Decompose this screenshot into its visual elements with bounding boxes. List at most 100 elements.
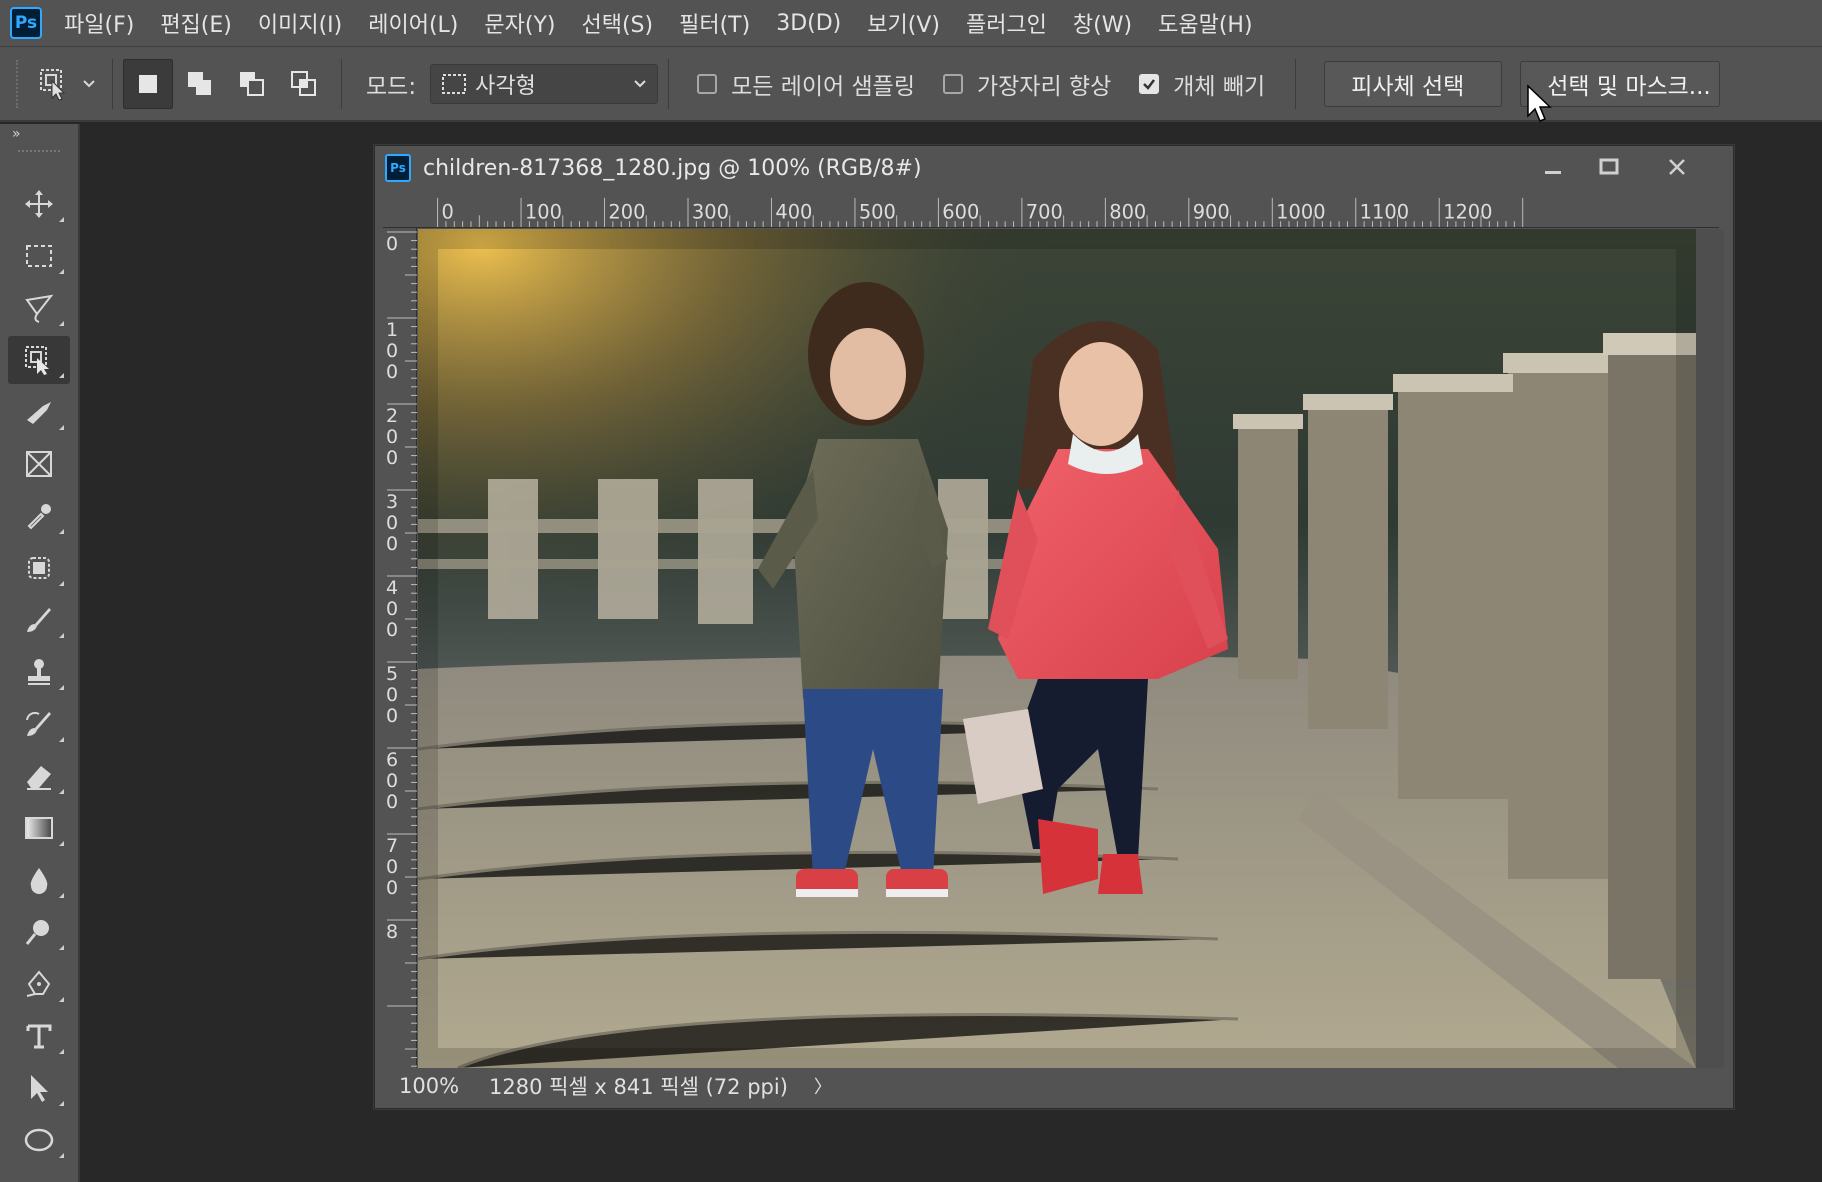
zoom-level[interactable]: 100%	[399, 1074, 489, 1098]
tool-type[interactable]	[8, 1012, 70, 1060]
add-to-selection-button[interactable]	[175, 59, 225, 109]
tool-crop-pen[interactable]	[8, 388, 70, 436]
options-bar-grip[interactable]	[16, 59, 22, 108]
minimize-button[interactable]	[1525, 150, 1581, 184]
horizontal-ruler[interactable]: 0 100 200 300 400 500 600 700 800 900 10…	[383, 194, 1719, 228]
menu-window[interactable]: 창(W)	[1073, 7, 1132, 39]
menu-view[interactable]: 보기(V)	[867, 7, 940, 39]
menu-help[interactable]: 도움말(H)	[1158, 7, 1252, 39]
tool-move[interactable]	[8, 180, 70, 228]
image-canvas[interactable]	[418, 229, 1696, 1068]
tool-lasso[interactable]	[8, 284, 70, 332]
ruler-h-label: 900	[1193, 200, 1230, 223]
frame-icon	[26, 451, 52, 477]
divider	[341, 58, 342, 109]
menu-image[interactable]: 이미지(I)	[258, 7, 342, 39]
ruler-h-label: 1000	[1276, 200, 1325, 223]
menu-layer[interactable]: 레이어(L)	[368, 7, 458, 39]
menu-file[interactable]: 파일(F)	[64, 7, 134, 39]
ruler-h-label: 1100	[1360, 200, 1409, 223]
status-menu-arrow[interactable]: 〉	[814, 1073, 832, 1099]
sample-all-layers-label: 모든 레이어 샘플링	[731, 73, 915, 100]
document-title-bar[interactable]: Ps children-817368_1280.jpg @ 100% (RGB/…	[375, 146, 1733, 190]
maximize-icon	[1599, 158, 1619, 175]
mouse-cursor-icon	[1527, 84, 1552, 122]
intersect-selection-button[interactable]	[279, 59, 329, 109]
ruler-h-label: 600	[942, 200, 979, 223]
collapse-panel-icon[interactable]: »	[12, 126, 21, 142]
divider	[112, 58, 113, 109]
menu-3d[interactable]: 3D(D)	[776, 11, 841, 36]
tool-ellipse[interactable]	[8, 1116, 70, 1164]
subtract-selection-icon	[240, 71, 264, 96]
minimize-icon	[1545, 171, 1561, 174]
ruler-h-label: 400	[775, 200, 812, 223]
document-status-bar: 100% 1280 픽셀 x 841 픽셀 (72 ppi) 〉	[383, 1068, 1719, 1104]
object-selection-icon	[40, 68, 66, 101]
tool-spot-healing[interactable]	[8, 544, 70, 592]
ruler-v-label: 400	[385, 577, 399, 641]
ruler-h-label: 100	[525, 200, 562, 223]
ruler-h-label: 1200	[1443, 200, 1492, 223]
tool-path-selection[interactable]	[8, 1064, 70, 1112]
ruler-h-label: 800	[1109, 200, 1146, 223]
photo-children	[418, 229, 1696, 1068]
tool-rectangular-marquee[interactable]	[8, 232, 70, 280]
tools-grip[interactable]	[18, 150, 60, 156]
enhance-edge-checkbox[interactable]	[942, 73, 963, 94]
menu-edit[interactable]: 편집(E)	[160, 7, 232, 39]
tool-brush[interactable]	[8, 596, 70, 644]
new-selection-icon	[139, 74, 157, 93]
ruler-v-label: 100	[385, 319, 399, 383]
select-subject-button[interactable]: 피사체 선택	[1324, 60, 1503, 107]
ruler-v-label: 700	[385, 835, 399, 899]
tool-pen[interactable]	[8, 960, 70, 1008]
new-selection-button[interactable]	[123, 58, 173, 109]
object-subtract-checkbox[interactable]	[1139, 73, 1160, 94]
maximize-button[interactable]	[1581, 150, 1637, 184]
close-button[interactable]	[1637, 150, 1717, 184]
tool-history-brush[interactable]	[8, 700, 70, 748]
ellipse-icon	[24, 1128, 54, 1152]
tool-blur[interactable]	[8, 856, 70, 904]
menu-filter[interactable]: 필터(T)	[679, 7, 750, 39]
document-info[interactable]: 1280 픽셀 x 841 픽셀 (72 ppi)	[489, 1071, 788, 1101]
menu-bar: Ps 파일(F) 편집(E) 이미지(I) 레이어(L) 문자(Y) 선택(S)…	[0, 0, 1822, 46]
sample-all-layers-checkbox[interactable]	[697, 73, 718, 94]
stamp-icon	[28, 659, 50, 685]
brush-icon	[27, 608, 51, 632]
vertical-scrollbar[interactable]	[1696, 229, 1724, 1068]
water-drop-icon	[30, 868, 48, 894]
tool-eraser[interactable]	[8, 752, 70, 800]
tools-panel: »	[0, 124, 80, 1182]
tool-preset-picker[interactable]	[32, 58, 102, 110]
tool-frame[interactable]	[8, 440, 70, 488]
tool-dodge[interactable]	[8, 908, 70, 956]
mode-label: 모드:	[366, 73, 417, 100]
menu-type[interactable]: 문자(Y)	[484, 7, 555, 39]
tool-object-selection[interactable]	[8, 336, 70, 384]
chevron-down-icon	[83, 79, 95, 87]
ruler-v-label: 200	[385, 405, 399, 469]
pen-icon	[26, 970, 51, 997]
ruler-v-label: 600	[385, 749, 399, 813]
menu-plugins[interactable]: 플러그인	[966, 7, 1047, 39]
vertical-ruler[interactable]: 0 100 200 300 400 500 600 700 8	[383, 228, 417, 1068]
bandage-icon	[28, 557, 50, 579]
ruler-h-label: 500	[859, 200, 896, 223]
object-subtract-label: 개체 빼기	[1173, 73, 1266, 100]
tool-gradient[interactable]	[8, 804, 70, 852]
menu-select[interactable]: 선택(S)	[581, 7, 653, 39]
eyedropper-icon	[27, 504, 51, 530]
photoshop-logo: Ps	[10, 7, 42, 39]
history-brush-icon	[26, 711, 51, 736]
rectangle-mode-icon	[442, 73, 467, 94]
tool-eyedropper[interactable]	[8, 492, 70, 540]
close-icon	[1669, 159, 1685, 175]
arrow-pointer-icon	[31, 1075, 48, 1102]
subtract-from-selection-button[interactable]	[227, 59, 277, 109]
ruler-h-label: 300	[692, 200, 729, 223]
mode-dropdown[interactable]: 사각형	[430, 63, 659, 104]
tool-clone-stamp[interactable]	[8, 648, 70, 696]
ruler-v-label: 500	[385, 663, 399, 727]
